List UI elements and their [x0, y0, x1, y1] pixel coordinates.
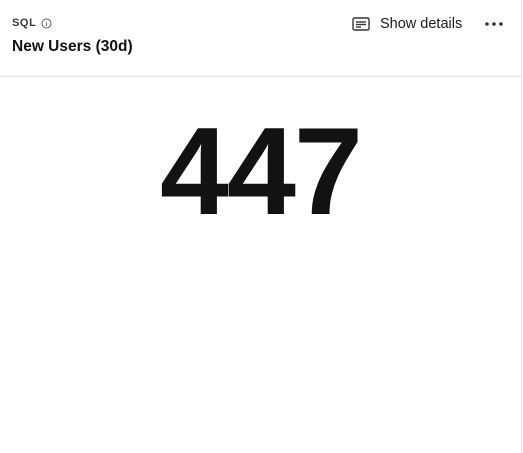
metric-value: 447 — [160, 103, 363, 241]
show-details-label: Show details — [380, 16, 463, 32]
card-title: New Users (30d) — [12, 38, 133, 55]
query-type-row: SQL — [12, 16, 52, 30]
info-icon[interactable] — [41, 18, 52, 29]
card-header: SQL New Users (30d) Show details — [0, 0, 521, 77]
more-options-button[interactable] — [482, 14, 506, 32]
details-icon — [352, 16, 370, 32]
show-details-button[interactable]: Show details — [352, 12, 462, 36]
metric-card: SQL New Users (30d) Show details 447 — [0, 0, 522, 453]
more-horizontal-icon — [484, 14, 504, 32]
query-type-label: SQL — [12, 17, 37, 29]
